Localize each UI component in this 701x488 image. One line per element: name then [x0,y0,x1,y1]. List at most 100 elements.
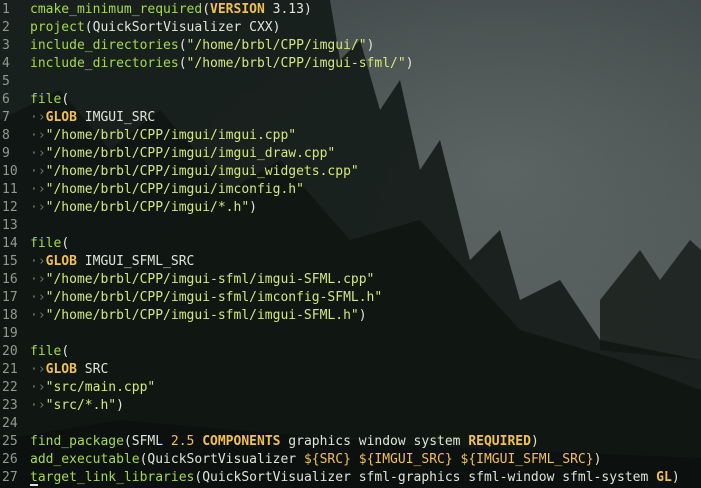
code-text: ·›"/home/brbl/CPP/imgui/imgui_widgets.cp… [30,163,359,181]
code-text: ·›"src/*.h") [30,397,124,415]
code-token-plain: 3.13) [264,2,312,17]
code-token-ws: ·› [30,164,46,179]
line-number: 2 [2,20,10,35]
line-number: 25 [2,434,18,449]
code-token-fn: project [30,20,85,35]
code-token-plain: ) [116,398,124,413]
code-text: ·›"src/main.cpp" [30,379,155,397]
code-text: ·›GLOB SRC [30,361,108,379]
line-number: 13 [2,218,18,233]
code-token-fn: file [30,92,62,107]
code-token-plain: ) [405,56,414,71]
code-token-kw: GL [656,470,672,485]
code-token-fn: include_directories [30,38,179,53]
code-text: ·›"/home/brbl/CPP/imgui/*.h") [30,199,257,217]
line-number: 27 [2,470,18,485]
code-token-str: "/home/brbl/CPP/imgui-sfml/imconfig-SFML… [45,290,383,305]
line-number: 7 [2,110,10,125]
code-token-plain: ) [530,434,539,449]
code-token-str: "/home/brbl/CPP/imgui/" [186,38,367,53]
code-token-ws: ·› [30,254,46,269]
code-token-kw: VERSION [210,2,265,17]
code-token-fn: include_directories [30,56,179,71]
code-token-str: "/home/brbl/CPP/imgui/imgui_widgets.cpp" [45,164,359,179]
code-editor[interactable]: 1 cmake_minimum_required(VERSION 3.13) 2 pr… [0,0,701,488]
line-number: 21 [2,362,18,377]
code-token-ws: ·› [30,182,46,197]
code-text: ·›"/home/brbl/CPP/imgui/imgui_draw.cpp" [30,145,335,163]
line-number: 17 [2,290,18,305]
line-number: 15 [2,254,18,269]
code-token-plain: (QuickSortVisualizer [139,452,304,467]
line-number: 1 [2,2,10,17]
code-token-str: "/home/brbl/CPP/imgui/imgui_draw.cpp" [45,146,336,161]
code-token-plain: (QuickSortVisualizer sfml-graphics sfml-… [194,470,657,485]
code-text: ·›"/home/brbl/CPP/imgui-sfml/imconfig-SF… [30,289,382,307]
code-token-str: "/home/brbl/CPP/imgui-sfml/imgui-SFML.cp… [45,272,375,287]
line-number: 3 [2,38,10,53]
code-text: file( [30,343,69,361]
code-token-plain: ( [61,344,70,359]
code-text: find_package(SFML 2.5 COMPONENTS graphic… [30,433,539,451]
code-token-plain: (QuickSortVisualizer CXX) [84,20,281,35]
line-number: 14 [2,236,18,251]
code-token-plain: ( [178,38,187,53]
code-token-plain: (SFML [123,434,171,449]
code-token-fn: add_executable [30,452,140,467]
code-token-plain: IMGUI_SRC [76,110,156,125]
code-token-kw: GLOB [45,110,77,125]
code-token-fn: file [30,236,62,251]
code-text: include_directories("/home/brbl/CPP/imgu… [30,55,414,73]
code-token-plain: ( [61,92,70,107]
code-token-str: "src/*.h" [45,398,117,413]
code-token-ws: ·› [30,272,46,287]
line-number: 20 [2,344,18,359]
line-number: 26 [2,452,18,467]
code-token-str: "/home/brbl/CPP/imgui/*.h" [45,200,250,215]
line-number: 19 [2,326,18,341]
code-token-kw: COMPONENTS [202,434,281,449]
code-token-ws: ·› [30,128,46,143]
line-number: 12 [2,200,18,215]
line-number: 9 [2,146,10,161]
code-token-plain: SRC [76,362,109,377]
code-token-plain: ( [61,236,70,251]
code-token-plain: graphics window system [280,434,469,449]
line-number: 11 [2,182,18,197]
code-token-str: "/home/brbl/CPP/imgui/imgui.cpp" [45,128,297,143]
code-token-var: ${IMGUI_SFML_SRC} [460,452,594,467]
code-token-num: 2.5 [170,434,195,449]
code-token-plain: ) [249,200,257,215]
code-text: ·›"/home/brbl/CPP/imgui-sfml/imgui-SFML.… [30,271,374,289]
code-token-kw: GLOB [45,362,77,377]
code-token-str: "src/main.cpp" [45,380,156,395]
code-token-str: "/home/brbl/CPP/imgui/imconfig.h" [45,182,304,197]
code-token-plain: ) [671,470,680,485]
code-token-ws: ·› [30,398,46,413]
code-token-ws: ·› [30,110,46,125]
code-token-ws: ·› [30,380,46,395]
line-number: 16 [2,272,18,287]
line-number: 22 [2,380,18,395]
code-token-kw: REQUIRED [468,434,531,449]
code-token-ws: ·› [30,146,46,161]
line-number: 8 [2,128,10,143]
code-token-plain: ) [366,38,375,53]
code-token-kw: GLOB [45,254,77,269]
code-text: include_directories("/home/brbl/CPP/imgu… [30,37,374,55]
code-text: add_executable(QuickSortVisualizer ${SRC… [30,451,601,469]
code-text: cmake_minimum_required(VERSION 3.13) [30,1,312,19]
code-token-var: ${SRC} [303,452,351,467]
code-text: ·›"/home/brbl/CPP/imgui/imgui.cpp" [30,127,296,145]
line-number: 4 [2,56,10,71]
code-token-fn: find_package [30,434,124,449]
code-text: ·›GLOB IMGUI_SFML_SRC [30,253,194,271]
code-token-fn: cmake_minimum_required [30,2,203,17]
code-token-ws: ·› [30,290,46,305]
code-token-str: "/home/brbl/CPP/imgui-sfml/" [186,56,406,71]
code-token-plain: ( [202,2,211,17]
code-text: file( [30,235,69,253]
code-text: file( [30,91,69,109]
